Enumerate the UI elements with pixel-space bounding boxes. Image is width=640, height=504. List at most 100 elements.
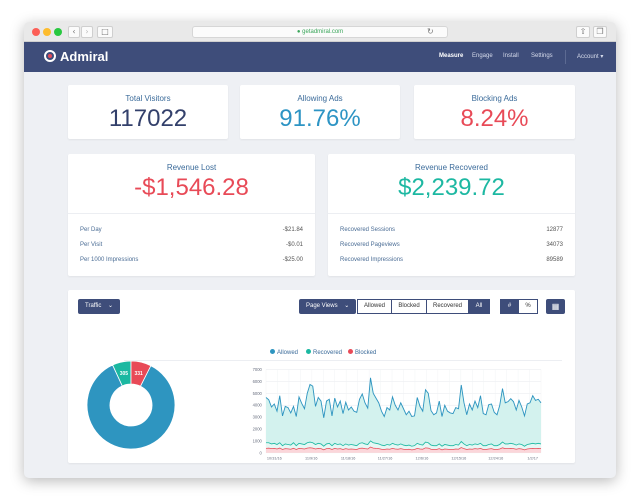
per-1000-impressions-value: -$25.00 xyxy=(282,257,303,263)
donut-label-recovered: 305 xyxy=(120,371,129,377)
recovered-sessions-label: Recovered Sessions xyxy=(340,227,396,233)
sidebar-toggle-button[interactable]: □ xyxy=(97,26,113,38)
card-divider xyxy=(68,213,315,214)
nav-item-install[interactable]: Install xyxy=(503,53,519,59)
y-tick-label: 1000 xyxy=(253,438,263,443)
per-day-value: -$21.84 xyxy=(282,227,303,233)
legend-recovered: Recovered xyxy=(306,349,342,356)
zoom-window-button[interactable] xyxy=(54,28,62,36)
legend-dot-blocked xyxy=(348,349,353,354)
legend-underline xyxy=(124,360,562,361)
account-label: Account xyxy=(577,54,599,60)
legend-allowed: Allowed xyxy=(270,349,298,356)
donut-label-allowed: 3796 xyxy=(135,452,146,456)
recovered-impressions-label: Recovered Impressions xyxy=(340,257,404,263)
legend-dot-allowed xyxy=(270,349,275,354)
brand-name: Admiral xyxy=(60,49,109,64)
unit-count-button[interactable]: # xyxy=(500,299,519,314)
x-tick-label: 12/6/16 xyxy=(416,457,429,461)
nav-item-engage[interactable]: Engage xyxy=(472,53,493,59)
nav-item-settings[interactable]: Settings xyxy=(531,53,553,59)
nav-divider xyxy=(565,50,566,64)
legend-dot-recovered xyxy=(306,349,311,354)
browser-toolbar: ‹ › □ ● getadmiral.com ↻ ⇧ ❐ xyxy=(24,22,616,42)
donut-chart: 305 331 3796 xyxy=(86,360,176,456)
revenue-recovered-value: $2,239.72 xyxy=(398,174,505,201)
back-button[interactable]: ‹ xyxy=(68,26,80,38)
y-tick-label: 3000 xyxy=(253,415,263,420)
revenue-lost-value: -$1,546.28 xyxy=(134,174,249,201)
traffic-dropdown-label: Traffic xyxy=(85,303,102,309)
chevron-down-icon: ⌄ xyxy=(108,303,114,309)
stat-card-total-visitors: Total Visitors 117022 xyxy=(68,85,228,139)
x-tick-label: 11/18/16 xyxy=(341,457,356,461)
chevron-down-icon: ▾ xyxy=(600,54,604,60)
per-day-label: Per Day xyxy=(80,227,102,233)
y-tick-label: 2000 xyxy=(253,427,263,432)
x-tick-label: 11/27/16 xyxy=(378,457,393,461)
x-tick-label: 12/15/16 xyxy=(451,457,466,461)
grid-view-button[interactable]: ▦ xyxy=(546,299,565,314)
stat-label: Total Visitors xyxy=(125,94,171,103)
stat-value: 8.24% xyxy=(460,105,529,132)
minimize-window-button[interactable] xyxy=(43,28,51,36)
share-button[interactable]: ⇧ xyxy=(576,26,590,38)
brand-logo[interactable]: Admiral xyxy=(44,49,108,64)
card-divider xyxy=(328,213,575,214)
y-tick-label: 6000 xyxy=(253,379,263,384)
revenue-lost-label: Revenue Lost xyxy=(166,163,217,172)
per-visit-value: -$0.01 xyxy=(285,242,303,248)
x-tick-label: 12/24/16 xyxy=(488,457,503,461)
legend-blocked: Blocked xyxy=(348,349,376,356)
recovered-pageviews-label: Recovered Pageviews xyxy=(340,242,400,248)
close-window-button[interactable] xyxy=(32,28,40,36)
metric-dropdown[interactable]: Page Views ⌄ xyxy=(299,299,357,314)
stat-label: Allowing Ads xyxy=(297,94,343,103)
address-bar-url: getadmiral.com xyxy=(302,29,344,35)
tabs-button[interactable]: ❐ xyxy=(593,26,607,38)
donut-label-blocked: 331 xyxy=(134,371,143,377)
revenue-recovered-label: Revenue Recovered xyxy=(415,163,488,172)
admiral-logo-icon xyxy=(44,50,56,62)
recovered-sessions-value: 12877 xyxy=(546,227,563,233)
legend-label-recovered: Recovered xyxy=(313,350,343,356)
y-tick-label: 5000 xyxy=(253,391,263,396)
stat-card-allowing-ads: Allowing Ads 91.76% xyxy=(240,85,400,139)
recovered-pageviews-value: 34073 xyxy=(546,242,563,248)
y-tick-label: 7000 xyxy=(253,367,263,372)
nav-item-measure[interactable]: Measure xyxy=(439,53,463,59)
reload-icon[interactable]: ↻ xyxy=(427,27,434,36)
filter-blocked-button[interactable]: Blocked xyxy=(391,299,427,314)
legend-label-allowed: Allowed xyxy=(277,350,299,356)
per-1000-impressions-label: Per 1000 Impressions xyxy=(80,257,139,263)
unit-percent-button[interactable]: % xyxy=(518,299,538,314)
traffic-area-chart: 0 1000 2000 3000 4000 5000 6000 7000 10/31/16 11/… xyxy=(253,367,542,461)
filter-all-button[interactable]: All xyxy=(468,299,490,314)
grid-icon: ▦ xyxy=(551,302,560,311)
recovered-impressions-value: 89589 xyxy=(546,257,563,263)
stat-card-blocking-ads: Blocking Ads 8.24% xyxy=(414,85,575,139)
stat-value: 91.76% xyxy=(279,105,361,132)
chevron-down-icon: ⌄ xyxy=(344,303,350,309)
y-tick-label: 4000 xyxy=(253,403,263,408)
x-tick-label: 11/9/16 xyxy=(305,457,318,461)
revenue-lost-card: Revenue Lost -$1,546.28 Per Day -$21.84 … xyxy=(68,154,315,276)
top-navigation: Admiral Measure Engage Install Settings … xyxy=(24,42,616,72)
x-tick-label: 1/2/17 xyxy=(527,457,538,461)
stat-value: 117022 xyxy=(108,105,188,132)
browser-window: ‹ › □ ● getadmiral.com ↻ ⇧ ❐ Admiral Mea… xyxy=(24,22,616,478)
filter-allowed-button[interactable]: Allowed xyxy=(357,299,392,314)
metric-dropdown-label: Page Views xyxy=(306,303,338,309)
per-visit-label: Per Visit xyxy=(80,242,103,248)
y-tick-label: 0 xyxy=(260,450,263,455)
stat-label: Blocking Ads xyxy=(471,94,518,103)
legend-label-blocked: Blocked xyxy=(355,350,377,356)
lock-icon: ● xyxy=(296,29,301,35)
revenue-recovered-card: Revenue Recovered $2,239.72 Recovered Se… xyxy=(328,154,575,276)
filter-recovered-button[interactable]: Recovered xyxy=(426,299,469,314)
account-menu[interactable]: Account ▾ xyxy=(577,53,603,60)
x-tick-label: 10/31/16 xyxy=(267,457,282,461)
address-bar[interactable]: ● getadmiral.com xyxy=(192,26,448,38)
forward-button[interactable]: › xyxy=(81,26,93,38)
traffic-dropdown[interactable]: Traffic ⌄ xyxy=(78,299,121,314)
